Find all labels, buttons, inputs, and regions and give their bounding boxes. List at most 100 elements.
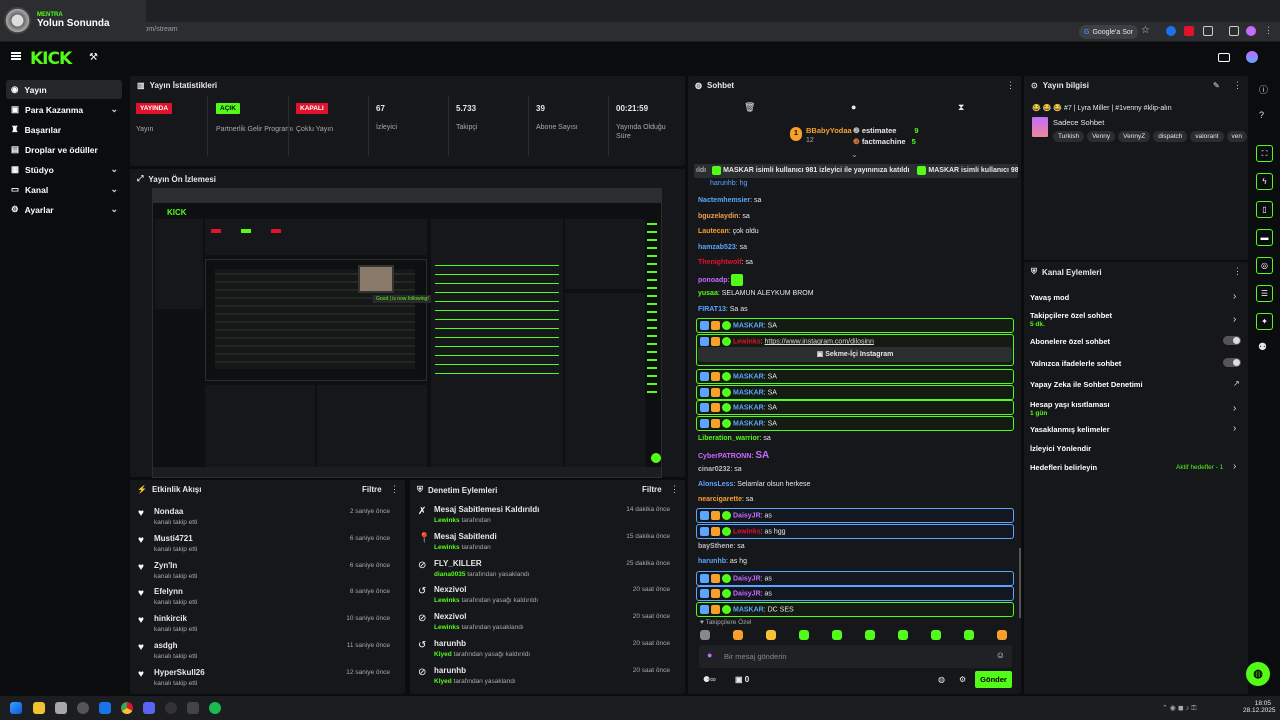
feed-row[interactable]: ♥ asdgh kanalı takip etti 11 saniye önce <box>130 638 398 664</box>
more-icon[interactable]: ⋮ <box>390 484 399 495</box>
file-explorer-icon[interactable] <box>33 702 45 714</box>
discord-icon[interactable] <box>143 702 155 714</box>
chat-username[interactable]: CyberPATRONN <box>698 453 751 460</box>
more-icon[interactable]: ⋮ <box>1233 266 1242 277</box>
emote-icon[interactable] <box>766 630 776 640</box>
emoji-icon[interactable]: ☺ <box>996 650 1005 660</box>
sidebar-item-kanal[interactable]: ▭ Kanal ⌄ <box>6 180 122 199</box>
chat-message[interactable]: yusaa: SELAMUN ALEYKUM BROM <box>698 290 814 297</box>
chat-message[interactable]: DaisyJR: as <box>700 511 772 520</box>
emote-icon[interactable] <box>733 630 743 640</box>
emote-icon[interactable] <box>865 630 875 640</box>
broadcast-icon[interactable]: ◎ <box>1256 257 1273 274</box>
windows-start-icon[interactable] <box>10 702 22 714</box>
toggle-switch[interactable] <box>1223 336 1241 345</box>
chat-username[interactable]: Lewinks <box>733 338 761 345</box>
chat-scrollbar[interactable] <box>1019 548 1021 618</box>
kick-logo[interactable]: KICK <box>30 49 72 69</box>
chat-message[interactable]: MASKAR: DC SES <box>700 605 794 614</box>
system-tray-icons[interactable]: ⌃ ◉ ◼ ♪ ⚿ <box>1162 704 1196 713</box>
more-icon[interactable]: ⋮ <box>670 484 679 495</box>
stream-preview-video[interactable]: KICK Good | is now following! <box>152 188 662 478</box>
help-icon[interactable]: ? <box>1259 110 1264 120</box>
gear-icon[interactable] <box>187 702 199 714</box>
chat-input[interactable]: ● Bir mesaj gönderin ☺ <box>699 645 1012 668</box>
chat-message[interactable]: hamzab523: sa <box>698 244 747 251</box>
chat-settings-bubble-icon[interactable]: ◍ <box>938 675 945 684</box>
chat-message[interactable]: DaisyJR: as <box>700 589 772 598</box>
chat-bubble-icon[interactable]: ● <box>851 102 856 112</box>
profile-avatar[interactable] <box>1246 26 1256 36</box>
hourglass-icon[interactable]: ⧗ <box>958 102 964 113</box>
chat-icon[interactable]: ▬ <box>1256 229 1273 246</box>
chevron-right-icon[interactable]: › <box>1233 461 1236 472</box>
lightning-icon[interactable]: ϟ <box>1256 173 1273 190</box>
chrome-icon[interactable] <box>121 702 133 714</box>
channel-action-item[interactable]: Yapay Zeka ile Sohbet Denetimi <box>1030 380 1143 389</box>
mod-row[interactable]: ↺ harunhb Klyed tarafından yasağı kaldırıl… <box>410 636 678 662</box>
chat-username[interactable]: Lautecan <box>698 228 729 235</box>
layout-icon[interactable]: ☰ <box>1256 285 1273 302</box>
chat-username[interactable]: Liberation_warrior <box>698 435 759 442</box>
emote-icon[interactable] <box>898 630 908 640</box>
emote-icon[interactable] <box>799 630 809 640</box>
mod-row[interactable]: ⊘ harunhb Klyed tarafından yasaklandı 20 sa… <box>410 663 678 689</box>
browser-tab[interactable]: MENTRA Yolun Sonunda <box>0 0 146 40</box>
hammer-icon[interactable]: ⚒ <box>89 52 98 63</box>
chevron-right-icon[interactable]: › <box>1233 423 1236 434</box>
tag[interactable]: valorant <box>1190 131 1224 142</box>
media-icon[interactable] <box>1229 26 1239 36</box>
emote-icon[interactable] <box>931 630 941 640</box>
chat-username[interactable]: MASKAR <box>733 389 764 396</box>
instagram-link-button[interactable]: ▣ Sekme-İçi Instagram <box>698 347 1012 362</box>
chat-username[interactable]: baySthene <box>698 543 733 550</box>
filter-button[interactable]: Filtre <box>642 485 662 494</box>
emote-icon[interactable] <box>700 630 710 640</box>
tag[interactable]: VennyZ <box>1118 131 1151 142</box>
connections-icon[interactable]: ⚉ <box>1258 342 1267 353</box>
chat-username[interactable]: AlonsLess <box>698 481 733 488</box>
channel-action-item[interactable]: Hedefleri belirleyin <box>1030 463 1097 472</box>
wrench-icon[interactable]: ✦ <box>1256 313 1273 330</box>
chevron-down-icon[interactable]: ⌄ <box>851 150 858 159</box>
top-gifter-3[interactable]: ❸ factmachine 5 <box>853 137 916 146</box>
toggle-switch[interactable] <box>1223 358 1241 367</box>
bookmark-star-icon[interactable]: ☆ <box>1141 25 1150 36</box>
fullscreen-icon[interactable]: ⛶ <box>1256 145 1273 162</box>
chat-username[interactable]: bguzelaydin <box>698 213 738 220</box>
support-chat-button[interactable]: ◍ <box>1246 662 1270 686</box>
chat-message[interactable]: MASKAR: SA <box>700 321 777 330</box>
top-gifter-name[interactable]: BBabyYodaa <box>806 126 852 135</box>
channel-action-item[interactable]: Yasaklanmış kelimeler <box>1030 425 1110 434</box>
chat-message[interactable]: nearcigarette: sa <box>698 496 753 503</box>
chat-username[interactable]: ponoadp <box>698 277 728 284</box>
points-display[interactable]: ▣ 0 <box>735 675 749 684</box>
chat-username[interactable]: MASKAR <box>733 420 764 427</box>
mod-row[interactable]: ↺ Nexzivol Lewinks tarafından yasağı kaldı… <box>410 582 678 608</box>
chat-message[interactable]: Lautecan: çok oldu <box>698 228 759 235</box>
hamburger-menu-icon[interactable] <box>11 52 21 60</box>
chat-username[interactable]: hamzab523 <box>698 244 736 251</box>
sidebar-item-studyo[interactable]: ▦ Stüdyo ⌄ <box>6 160 122 179</box>
feed-user[interactable]: asdgh <box>154 641 178 650</box>
mod-row[interactable]: ⊘ FLY_KILLER diana0035 tarafından yasaklan… <box>410 556 678 582</box>
chat-message[interactable]: MASKAR: SA <box>700 388 777 397</box>
app-icon[interactable] <box>99 702 111 714</box>
feed-user[interactable]: Efelynn <box>154 587 183 596</box>
extensions-puzzle-icon[interactable] <box>1203 26 1213 36</box>
chat-username[interactable]: DaisyJR <box>733 590 761 597</box>
obs-icon[interactable] <box>165 702 177 714</box>
edit-icon[interactable]: ✎ <box>1213 81 1220 90</box>
browser-menu-icon[interactable]: ⋮ <box>1264 25 1273 36</box>
chat-username[interactable]: yusaa <box>698 290 718 297</box>
chat-message[interactable]: Nactemhemsier: sa <box>698 197 761 204</box>
mod-row[interactable]: ✗ Mesaj Sabitlemesi Kaldırıldı Lewinks tar… <box>410 502 678 528</box>
emote-icon[interactable] <box>964 630 974 640</box>
channel-action-item[interactable]: Yavaş mod <box>1030 293 1069 302</box>
chat-username[interactable]: MASKAR <box>733 322 764 329</box>
document-icon[interactable]: ▯ <box>1256 201 1273 218</box>
gear-icon[interactable]: ⚙ <box>959 675 966 684</box>
sidebar-item-ayarlar[interactable]: ⚙ Ayarlar ⌄ <box>6 200 122 219</box>
mod-user[interactable]: Klyed <box>434 651 452 658</box>
chat-username[interactable]: nearcigarette <box>698 496 742 503</box>
